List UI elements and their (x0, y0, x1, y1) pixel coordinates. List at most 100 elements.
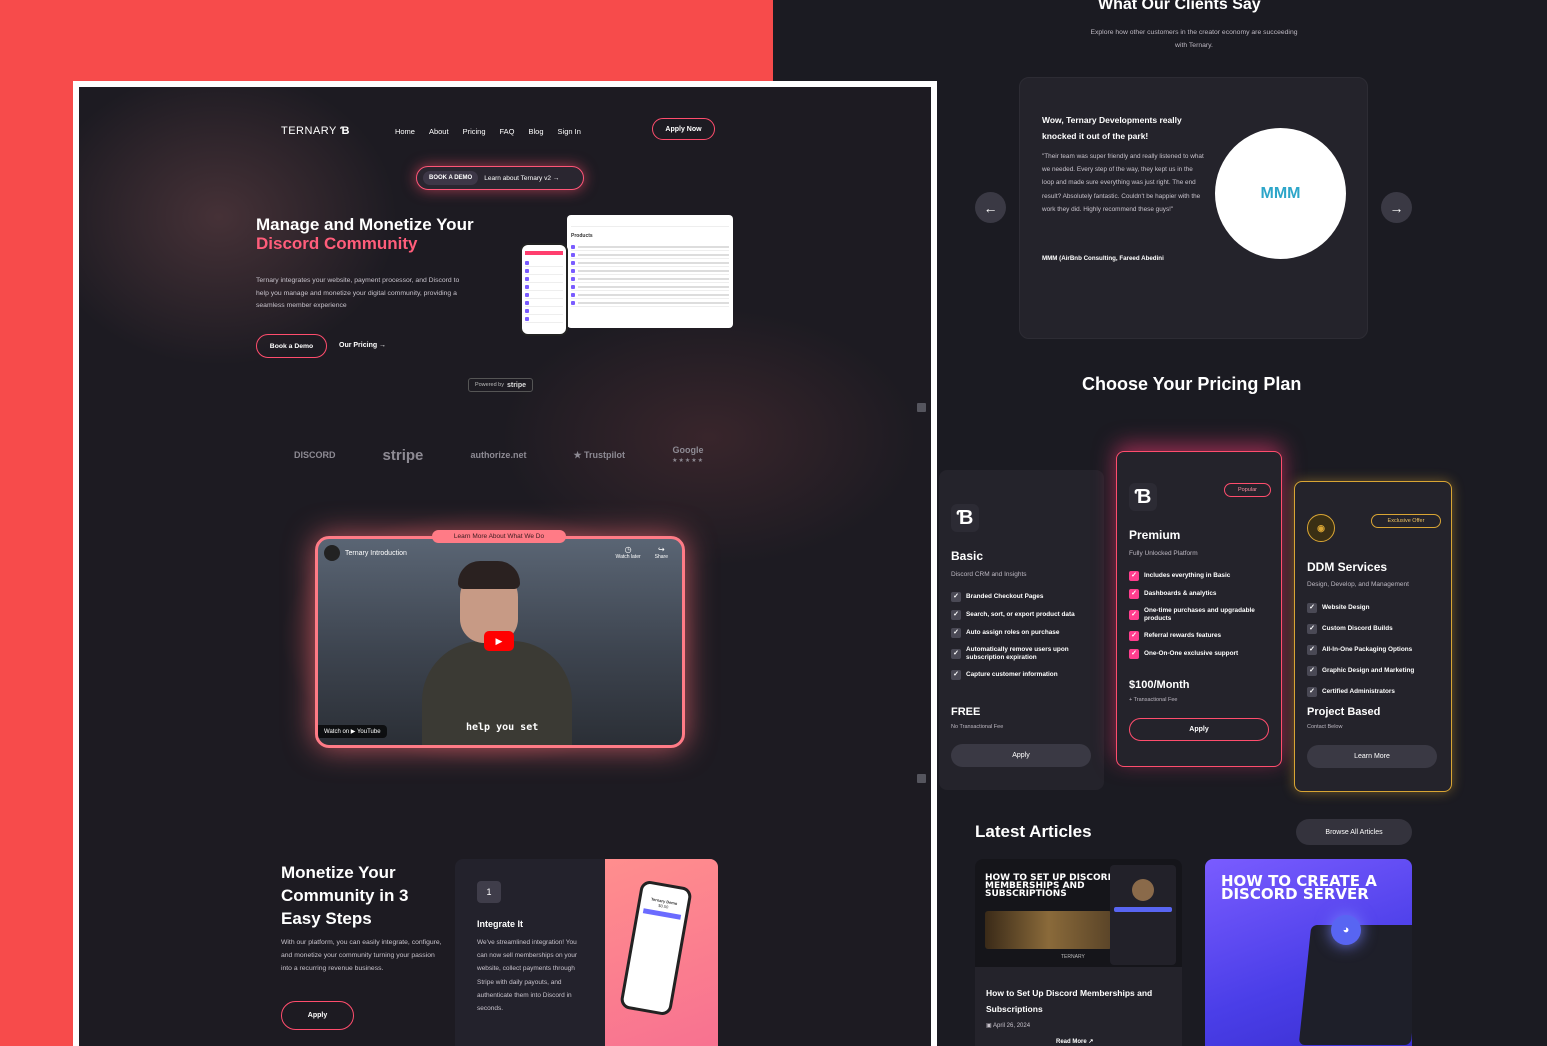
plan-price: $100/Month (1129, 679, 1190, 691)
check-icon: ✓ (951, 610, 961, 620)
scroll-marker (917, 403, 926, 412)
feature-item: ✓ Branded Checkout Pages (951, 592, 1091, 602)
testimonials-subtitle: Explore how other customers in the creat… (1090, 29, 1298, 49)
testimonial-quote: "Their team was super friendly and reall… (1042, 153, 1204, 213)
pricing-card-basic: Ɓ Basic Discord CRM and Insights ✓ Brande… (939, 470, 1104, 790)
step-number: 1 (477, 881, 501, 903)
check-icon: ✓ (951, 670, 961, 680)
announcement-pill[interactable]: BOOK A DEMO Learn about Ternary v2 → (416, 166, 584, 190)
check-icon: ✓ (1129, 610, 1139, 620)
nav-about[interactable]: About (429, 127, 449, 136)
steps-apply-button[interactable]: Apply (281, 1001, 354, 1030)
check-icon: ✓ (1129, 649, 1139, 659)
check-icon: ✓ (1307, 645, 1317, 655)
prev-testimonial-button[interactable]: ← (975, 192, 1006, 223)
feature-item: ✓ Automatically remove users upon subscri… (951, 646, 1091, 662)
client-logo: MMM (1215, 128, 1346, 259)
landing-page: TERNARY Ɓ Home About Pricing FAQ Blog Si… (79, 87, 931, 1046)
learn-ternary-link[interactable]: Learn about Ternary v2 → (484, 175, 559, 182)
ternary-b-icon: Ɓ (951, 504, 979, 532)
arrow-right-icon: → (1389, 199, 1404, 216)
plan-features: ✓ Branded Checkout Pages ✓ Search, sort, o… (951, 592, 1091, 688)
plan-description: Discord CRM and Insights (951, 571, 1027, 578)
book-demo-pill-button[interactable]: BOOK A DEMO (423, 171, 479, 185)
article-card[interactable]: HOW TO SET UP DISCORD MEMBERSHIPS AND SU… (975, 859, 1182, 1046)
browse-all-articles-button[interactable]: Browse All Articles (1296, 819, 1412, 845)
article-thumbnail: HOW TO SET UP DISCORD MEMBERSHIPS AND SU… (975, 859, 1182, 967)
intro-video-player[interactable]: Ternary Introduction ◷ Watch later ↪ Share… (315, 536, 685, 748)
dashboard-mockup: Products (567, 215, 733, 328)
share-button[interactable]: ↪ Share (655, 545, 668, 560)
channel-avatar[interactable] (324, 545, 340, 561)
our-pricing-link[interactable]: Our Pricing → (339, 342, 386, 349)
book-a-demo-button[interactable]: Book a Demo (256, 334, 327, 358)
ddm-learn-more-button[interactable]: Learn More (1307, 745, 1437, 768)
google-logo: Google ★★★★★ (672, 445, 704, 464)
testimonials-title: What Our Clients Say (1098, 0, 1261, 13)
step-title: Integrate It (477, 919, 524, 929)
nav-faq[interactable]: FAQ (500, 127, 515, 136)
ddm-logo-icon: ◉ (1307, 514, 1335, 542)
testimonial-headline: Wow, Ternary Developments really knocked… (1042, 115, 1182, 141)
watch-later-button[interactable]: ◷ Watch later (616, 545, 641, 560)
feature-item: ✓ Dashboards & analytics (1129, 589, 1269, 599)
feature-item: ✓ Referral rewards features (1129, 631, 1269, 641)
feature-item: ✓ Graphic Design and Marketing (1307, 666, 1447, 676)
check-icon: ✓ (951, 628, 961, 638)
feature-item: ✓ One-time purchases and upgradable produ… (1129, 607, 1269, 623)
feature-item: ✓ Custom Discord Builds (1307, 624, 1447, 634)
next-testimonial-button[interactable]: → (1381, 192, 1412, 223)
premium-apply-button[interactable]: Apply (1129, 718, 1269, 741)
check-icon: ✓ (1129, 631, 1139, 641)
step-description: We've streamlined integration! You can n… (477, 939, 578, 1013)
article-card[interactable]: HOW TO CREATE A DISCORD SERVER ◕ (1205, 859, 1412, 1046)
share-icon: ↪ (657, 545, 665, 554)
check-icon: ✓ (1307, 666, 1317, 676)
nav-blog[interactable]: Blog (529, 127, 544, 136)
feature-item: ✓ Search, sort, or export product data (951, 610, 1091, 620)
article-title: How to Set Up Discord Memberships and Su… (986, 988, 1153, 1014)
trustpilot-logo: ★ Trustpilot (573, 449, 626, 460)
nav-pricing[interactable]: Pricing (463, 127, 486, 136)
plan-features: ✓ Includes everything in Basic ✓ Dashboard… (1129, 571, 1269, 667)
pricing-card-ddm: Exclusive Offer ◉ DDM Services Design, D… (1294, 481, 1452, 792)
plan-fee: Contact Below (1307, 724, 1343, 730)
pricing-card-premium: Popular Ɓ Premium Fully Unlocked Platfor… (1116, 451, 1282, 767)
basic-apply-button[interactable]: Apply (951, 744, 1091, 767)
feature-item: ✓ Capture customer information (951, 670, 1091, 680)
steps-heading: Monetize Your Community in 3 Easy Steps (281, 863, 409, 928)
video-header: Ternary Introduction (324, 545, 407, 561)
check-icon: ✓ (1307, 603, 1317, 613)
calendar-icon: ▣ (986, 1023, 992, 1029)
popular-badge: Popular (1224, 483, 1271, 497)
check-icon: ✓ (951, 649, 961, 659)
feature-item: ✓ Auto assign roles on purchase (951, 628, 1091, 638)
nav-sign-in[interactable]: Sign In (558, 127, 581, 136)
ternary-logo[interactable]: TERNARY Ɓ (281, 125, 350, 137)
nav-home[interactable]: Home (395, 127, 415, 136)
clock-icon: ◷ (624, 545, 632, 554)
scroll-marker (917, 774, 926, 783)
check-icon: ✓ (1129, 589, 1139, 599)
exclusive-offer-badge: Exclusive Offer (1371, 514, 1441, 528)
watch-on-youtube-link[interactable]: Watch on ▶ YouTube (318, 725, 387, 738)
apply-now-button[interactable]: Apply Now (652, 118, 715, 140)
testimonial-author: MMM (AirBnb Consulting, Fareed Abedini (1042, 255, 1164, 262)
read-more-link[interactable]: Read More ↗ (1056, 1038, 1093, 1045)
feature-item: ✓ All-In-One Packaging Options (1307, 645, 1447, 655)
phone-mockup (520, 243, 568, 336)
play-button[interactable]: ▶ (484, 631, 514, 651)
plan-name: DDM Services (1307, 560, 1388, 574)
feature-item: ✓ Certified Administrators (1307, 687, 1447, 697)
authorize-net-logo: authorize.net (470, 450, 527, 460)
discord-logo: DISCORD (294, 450, 336, 460)
check-icon: ✓ (1307, 624, 1317, 634)
plan-name: Basic (951, 549, 984, 563)
powered-by-stripe-badge[interactable]: Powered by stripe (468, 378, 533, 392)
pricing-title: Choose Your Pricing Plan (1082, 374, 1302, 394)
check-icon: ✓ (951, 592, 961, 602)
hero-description: Ternary integrates your website, payment… (256, 277, 460, 309)
plan-fee: + Transactional Fee (1129, 697, 1178, 703)
ternary-b-icon: Ɓ (1129, 483, 1157, 511)
feature-item: ✓ Includes everything in Basic (1129, 571, 1269, 581)
